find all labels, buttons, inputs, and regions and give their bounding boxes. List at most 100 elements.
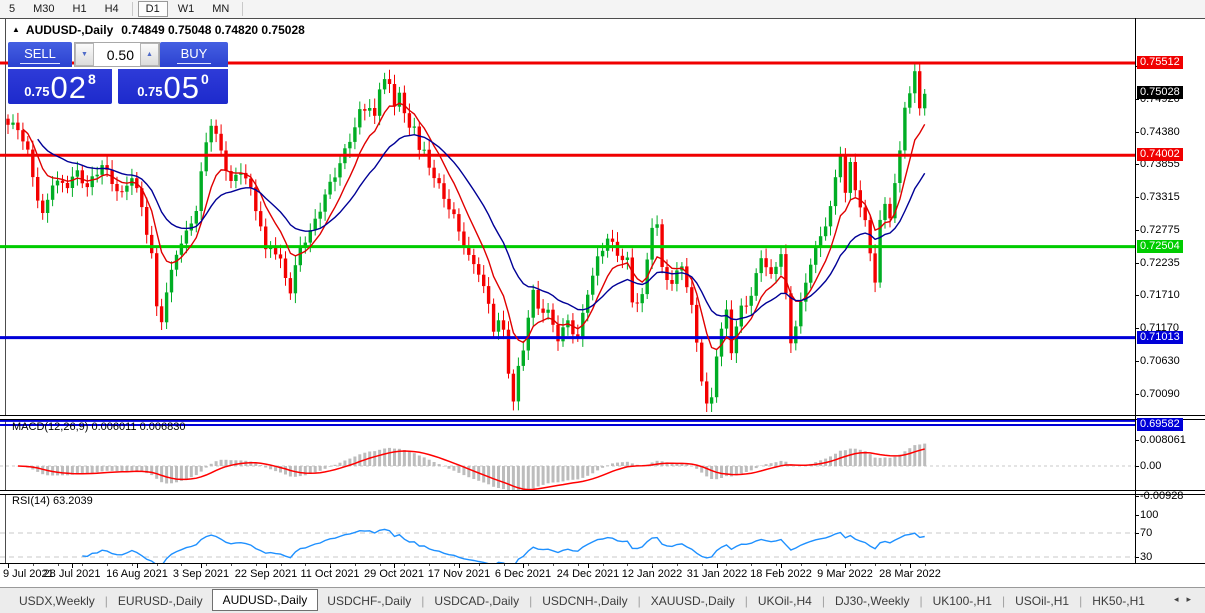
rsi-indicator-label: RSI(14) 63.2039 bbox=[12, 495, 93, 507]
chart-window: ▲AUDUSD-,Daily0.74849 0.75048 0.74820 0.… bbox=[0, 18, 1205, 587]
date-minor-tick bbox=[429, 564, 430, 566]
price-tick-mark bbox=[1135, 164, 1139, 165]
toolbar-separator bbox=[242, 2, 243, 16]
timeframe-button-h4[interactable]: H4 bbox=[97, 1, 127, 17]
date-tick-label: 16 Aug 2021 bbox=[106, 568, 168, 580]
date-minor-tick bbox=[528, 564, 529, 566]
date-minor-tick bbox=[281, 564, 282, 566]
level-price-label: 0.71013 bbox=[1137, 331, 1183, 344]
trading-terminal: 5M30H1H4 D1W1MN ▲AUDUSD-,Daily0.74849 0.7… bbox=[0, 0, 1205, 613]
timeframe-toolbar: 5M30H1H4 D1W1MN bbox=[0, 0, 1205, 19]
date-axis: 9 Jul 202128 Jul 202116 Aug 20213 Sep 20… bbox=[0, 564, 1205, 586]
date-minor-tick bbox=[58, 564, 59, 566]
buy-button-label: BUY bbox=[177, 46, 212, 64]
level-price-label: 0.74002 bbox=[1137, 148, 1183, 161]
chart-tab-eurusd[interactable]: EURUSD-,Daily bbox=[109, 591, 212, 611]
rsi-tick-mark bbox=[1135, 533, 1139, 534]
chart-tab-audusd[interactable]: AUDUSD-,Daily bbox=[212, 589, 319, 611]
level-price-label: 0.72504 bbox=[1137, 240, 1183, 253]
date-minor-tick bbox=[454, 564, 455, 566]
chart-tab-usdchf[interactable]: USDCHF-,Daily bbox=[318, 591, 420, 611]
one-click-trade-panel: SELL ▼ 0.50 ▲ BUY 0.75 02 8 0.75 05 0 bbox=[8, 42, 228, 103]
level-price-label: 0.75512 bbox=[1137, 56, 1183, 69]
date-minor-tick bbox=[826, 564, 827, 566]
date-minor-tick bbox=[33, 564, 34, 566]
chart-tab-dj30[interactable]: DJ30-,Weekly bbox=[826, 591, 918, 611]
date-minor-tick bbox=[330, 564, 331, 566]
date-tick-label: 24 Dec 2021 bbox=[557, 568, 619, 580]
macd-indicator-label: MACD(12,26,9) 0.006011 0.006830 bbox=[12, 421, 185, 433]
macd-tick-label: -0.00928 bbox=[1140, 490, 1183, 502]
chart-tab-bar: USDX,Weekly|EURUSD-,DailyAUDUSD-,DailyUS… bbox=[0, 587, 1205, 613]
buy-button[interactable]: BUY bbox=[160, 42, 228, 67]
rsi-tick-label: 70 bbox=[1140, 527, 1152, 539]
price-tick-label: 0.72775 bbox=[1140, 224, 1180, 236]
macd-tick-mark bbox=[1135, 466, 1139, 467]
price-tick-mark bbox=[1135, 230, 1139, 231]
macd-tick-label: 0.00 bbox=[1140, 460, 1161, 472]
tab-scroll-right-icon[interactable]: ▸ bbox=[1186, 594, 1199, 604]
sell-price-pip-digit: 8 bbox=[88, 71, 96, 87]
chart-tab-uk100[interactable]: UK100-,H1 bbox=[924, 591, 1001, 611]
date-tick-label: 29 Oct 2021 bbox=[364, 568, 424, 580]
date-minor-tick bbox=[256, 564, 257, 566]
date-tick-label: 12 Jan 2022 bbox=[622, 568, 683, 580]
date-minor-tick bbox=[900, 564, 901, 566]
date-minor-tick bbox=[578, 564, 579, 566]
date-minor-tick bbox=[726, 564, 727, 566]
timeframe-button-w1[interactable]: W1 bbox=[170, 1, 203, 17]
volume-value[interactable]: 0.50 bbox=[94, 43, 140, 66]
timeframe-button-d1[interactable]: D1 bbox=[138, 1, 168, 17]
rsi-tick-label: 100 bbox=[1140, 509, 1158, 521]
date-minor-tick bbox=[801, 564, 802, 566]
timeframe-button-5[interactable]: 5 bbox=[1, 1, 23, 17]
date-minor-tick bbox=[603, 564, 604, 566]
date-minor-tick bbox=[132, 564, 133, 566]
sell-button-label: SELL bbox=[20, 46, 60, 64]
buy-price-pip-digit: 0 bbox=[201, 71, 209, 87]
price-tick-label: 0.70090 bbox=[1140, 388, 1180, 400]
date-minor-tick bbox=[553, 564, 554, 566]
level-price-label: 0.69582 bbox=[1137, 418, 1183, 431]
volume-decrease-button[interactable]: ▼ bbox=[75, 43, 94, 66]
date-tick-label: 22 Sep 2021 bbox=[235, 568, 297, 580]
chart-tab-xauusd[interactable]: XAUUSD-,Daily bbox=[642, 591, 744, 611]
date-minor-tick bbox=[380, 564, 381, 566]
buy-price-display[interactable]: 0.75 05 0 bbox=[118, 69, 228, 104]
price-tick-label: 0.74380 bbox=[1140, 126, 1180, 138]
volume-increase-button[interactable]: ▲ bbox=[140, 43, 159, 66]
sell-price-display[interactable]: 0.75 02 8 bbox=[8, 69, 112, 104]
chart-tab-usdcnh[interactable]: USDCNH-,Daily bbox=[533, 591, 636, 611]
sell-price-big-digits: 02 bbox=[51, 73, 87, 103]
date-minor-tick bbox=[355, 564, 356, 566]
timeframe-button-mn[interactable]: MN bbox=[204, 1, 237, 17]
macd-tick-mark bbox=[1135, 440, 1139, 441]
chart-tab-hk50[interactable]: HK50-,H1 bbox=[1083, 591, 1154, 611]
date-tick-label: 11 Oct 2021 bbox=[300, 568, 359, 580]
price-tick-label: 0.71710 bbox=[1140, 289, 1180, 301]
date-minor-tick bbox=[206, 564, 207, 566]
chart-tab-ukoil[interactable]: UKOil-,H4 bbox=[749, 591, 821, 611]
chart-tab-usdcad[interactable]: USDCAD-,Daily bbox=[425, 591, 528, 611]
sell-button[interactable]: SELL bbox=[8, 42, 72, 67]
tab-scroll-arrows: ◂▸ bbox=[1174, 594, 1199, 605]
chart-tab-usdx[interactable]: USDX,Weekly bbox=[10, 591, 104, 611]
chart-tab-usoil[interactable]: USOil-,H1 bbox=[1006, 591, 1078, 611]
timeframe-button-m30[interactable]: M30 bbox=[25, 1, 62, 17]
date-minor-tick bbox=[107, 564, 108, 566]
date-minor-tick bbox=[875, 564, 876, 566]
date-minor-tick bbox=[652, 564, 653, 566]
date-tick-label: 9 Mar 2022 bbox=[817, 568, 873, 580]
tab-scroll-left-icon[interactable]: ◂ bbox=[1174, 594, 1187, 604]
date-tick-label: 6 Dec 2021 bbox=[495, 568, 551, 580]
price-tick-label: 0.72235 bbox=[1140, 257, 1180, 269]
date-minor-tick bbox=[504, 564, 505, 566]
date-tick-label: 28 Mar 2022 bbox=[879, 568, 941, 580]
date-tick-label: 17 Nov 2021 bbox=[428, 568, 490, 580]
macd-tick-mark bbox=[1135, 496, 1139, 497]
date-minor-tick bbox=[677, 564, 678, 566]
timeframe-button-h1[interactable]: H1 bbox=[65, 1, 95, 17]
buy-price-big-digits: 05 bbox=[164, 73, 200, 103]
date-minor-tick bbox=[627, 564, 628, 566]
price-tick-mark bbox=[1135, 295, 1139, 296]
